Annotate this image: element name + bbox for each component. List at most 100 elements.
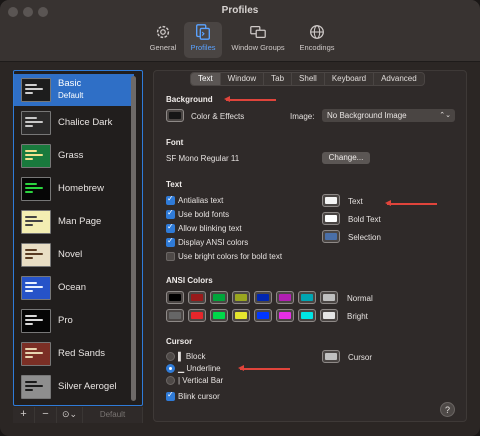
profile-thumbnail (21, 111, 51, 135)
ansi-normal-green[interactable] (210, 291, 228, 304)
ansi-normal-white[interactable] (320, 291, 338, 304)
ansi-bright-yellow[interactable] (232, 309, 250, 322)
annotation-arrow (238, 365, 290, 371)
profile-item-grass[interactable]: Grass (14, 140, 134, 172)
tab-keyboard[interactable]: Keyboard (325, 73, 375, 85)
window-groups-icon (250, 25, 266, 39)
cursor-underline-radio[interactable] (166, 364, 175, 373)
toolbar-general-button[interactable]: General (145, 22, 181, 58)
ansi-normal-yellow[interactable] (232, 291, 250, 304)
background-image-value: No Background Image (327, 111, 407, 120)
profile-item-red-sands[interactable]: Red Sands (14, 338, 134, 370)
ansi-normal-red[interactable] (188, 291, 206, 304)
profiles-list[interactable]: Basic Default Chalice Dark Grass Homebre… (13, 70, 143, 406)
profile-name: Grass (58, 150, 84, 161)
remove-profile-button[interactable]: − (35, 407, 57, 423)
profile-actions-menu[interactable]: ⊙⌄ (57, 407, 83, 423)
bold-fonts-checkbox[interactable] (166, 208, 175, 219)
profiles-bottom-bar: + − ⊙⌄ Default (13, 407, 143, 423)
profile-item-man-page[interactable]: Man Page (14, 206, 134, 238)
profile-thumbnail (21, 276, 51, 300)
profile-thumbnail (21, 144, 51, 168)
profile-item-homebrew[interactable]: Homebrew (14, 173, 134, 205)
ansi-bright-white[interactable] (320, 309, 338, 322)
window-title: Profiles (221, 5, 259, 16)
profile-item-chalice-dark[interactable]: Chalice Dark (14, 107, 134, 139)
profiles-icon (196, 24, 210, 40)
toolbar-encodings-button[interactable]: Encodings (294, 22, 340, 58)
profile-name: Novel (58, 249, 83, 260)
bold-text-color-well[interactable] (322, 212, 340, 225)
profile-thumbnail (21, 177, 51, 201)
tab-tab[interactable]: Tab (264, 73, 293, 85)
profile-thumbnail (21, 78, 51, 102)
help-button[interactable]: ? (440, 402, 455, 417)
ansi-normal-cyan[interactable] (298, 291, 316, 304)
bright-bold-checkbox[interactable] (166, 252, 175, 261)
cursor-block-radio[interactable] (166, 352, 175, 361)
bright-bold-label: Use bright colors for bold text (178, 252, 283, 261)
ansi-bright-green[interactable] (210, 309, 228, 322)
toolbar-general-label: General (149, 43, 177, 52)
add-profile-button[interactable]: + (13, 407, 35, 423)
change-font-button[interactable]: Change... (322, 152, 370, 164)
profile-item-pro[interactable]: Pro (14, 305, 134, 337)
annotation-arrow (385, 200, 437, 206)
cursor-color-well[interactable] (322, 350, 340, 363)
text-color-well[interactable] (322, 194, 340, 207)
preferences-window: Profiles General Profiles Window Groups … (0, 0, 480, 436)
popup-chevron-icon: ⌃⌄ (439, 112, 451, 119)
ansi-normal-black[interactable] (166, 291, 184, 304)
profile-thumbnail (21, 342, 51, 366)
antialias-checkbox[interactable] (166, 194, 175, 205)
ansi-bright-magenta[interactable] (276, 309, 294, 322)
cursor-vertical-bar-radio[interactable] (166, 376, 175, 385)
selection-color-label: Selection (348, 233, 381, 242)
font-value: SF Mono Regular 11 (166, 154, 240, 163)
ansi-bright-cyan[interactable] (298, 309, 316, 322)
toolbar-profiles-label: Profiles (190, 43, 216, 52)
ansi-colors-heading: ANSI Colors (166, 276, 213, 285)
profile-item-novel[interactable]: Novel (14, 239, 134, 271)
profiles-scrollbar[interactable] (131, 76, 136, 401)
set-default-button[interactable]: Default (83, 407, 143, 423)
selection-color-well[interactable] (322, 230, 340, 243)
blink-cursor-checkbox[interactable] (166, 390, 175, 401)
background-heading: Background (166, 95, 213, 104)
blink-cursor-label: Blink cursor (178, 392, 220, 401)
ansi-normal-magenta[interactable] (276, 291, 294, 304)
ansi-normal-blue[interactable] (254, 291, 272, 304)
tab-advanced[interactable]: Advanced (374, 73, 424, 85)
background-color-label: Color & Effects (191, 112, 245, 121)
toolbar-encodings-label: Encodings (299, 43, 335, 52)
cursor-heading: Cursor (166, 337, 193, 346)
text-heading: Text (166, 180, 182, 189)
profile-item-silver-aerogel[interactable]: Silver Aerogel (14, 371, 134, 403)
blinking-text-checkbox[interactable] (166, 222, 175, 233)
title-bar: Profiles General Profiles Window Groups … (0, 0, 480, 62)
profile-item-ocean[interactable]: Ocean (14, 272, 134, 304)
ansi-bright-label: Bright (347, 312, 368, 321)
tab-window[interactable]: Window (221, 73, 265, 85)
tab-text[interactable]: Text (191, 73, 221, 85)
toolbar-profiles-button[interactable]: Profiles (184, 22, 222, 58)
ansi-bright-blue[interactable] (254, 309, 272, 322)
background-color-well[interactable] (166, 109, 184, 122)
background-image-select[interactable]: No Background Image ⌃⌄ (322, 109, 455, 122)
ansi-bright-red[interactable] (188, 309, 206, 322)
settings-tabs: Text Window Tab Shell Keyboard Advanced (190, 72, 425, 86)
cursor-vertical-bar-label: | Vertical Bar (178, 376, 224, 385)
profile-item-basic[interactable]: Basic Default (14, 74, 134, 106)
ansi-colors-checkbox[interactable] (166, 236, 175, 247)
gear-icon (156, 25, 170, 39)
antialias-label: Antialias text (178, 196, 224, 205)
toolbar-window-groups-button[interactable]: Window Groups (226, 22, 290, 58)
profile-name: Man Page (58, 216, 102, 227)
profile-name: Ocean (58, 282, 86, 293)
tab-shell[interactable]: Shell (292, 73, 325, 85)
profile-name: Chalice Dark (58, 117, 113, 128)
bold-text-color-label: Bold Text (348, 215, 381, 224)
ansi-bright-black[interactable] (166, 309, 184, 322)
ansi-colors-label: Display ANSI colors (178, 238, 249, 247)
profile-default-label: Default (58, 91, 84, 100)
